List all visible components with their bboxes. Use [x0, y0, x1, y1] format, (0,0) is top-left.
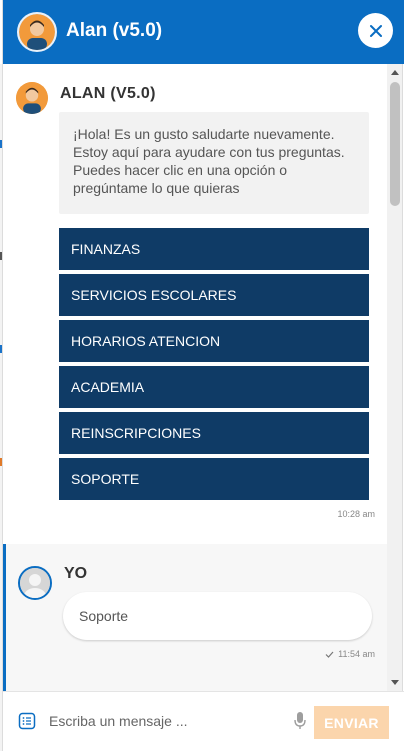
bot-sender-name: ALAN (V5.0) [60, 85, 156, 102]
chat-widget: Alan (v5.0) ALAN (V5.0) ¡Hola! Es un gus… [2, 0, 404, 751]
message-list[interactable]: ALAN (V5.0) ¡Hola! Es un gusto saludarte… [3, 64, 387, 691]
option-soporte[interactable]: SOPORTE [59, 458, 369, 500]
chat-title: Alan (v5.0) [66, 20, 163, 41]
user-message: YO Soporte 11:54 am [3, 544, 387, 691]
microphone-icon[interactable] [293, 711, 307, 731]
user-message-time: 11:54 am [338, 649, 375, 659]
message-composer: ENVIAR [3, 691, 404, 751]
scroll-down-arrow-icon[interactable] [391, 680, 399, 685]
user-avatar-icon [18, 566, 52, 600]
scroll-up-arrow-icon[interactable] [391, 70, 399, 75]
user-message-text: Soporte [63, 592, 372, 640]
bot-message-time: 10:28 am [337, 509, 375, 519]
scrollbar-thumb[interactable] [390, 82, 400, 206]
bot-message-text: ¡Hola! Es un gusto saludarte nuevamente.… [59, 112, 369, 214]
send-button[interactable]: ENVIAR [314, 706, 389, 739]
user-sender-name: YO [64, 565, 88, 582]
bot-avatar-icon [17, 12, 57, 52]
option-servicios-escolares[interactable]: SERVICIOS ESCOLARES [59, 274, 369, 316]
check-icon [325, 651, 334, 658]
chat-header: Alan (v5.0) [3, 0, 404, 64]
option-finanzas[interactable]: FINANZAS [59, 228, 369, 270]
close-icon [369, 24, 382, 37]
bot-avatar-icon [16, 82, 48, 114]
menu-list-icon[interactable] [18, 712, 36, 730]
user-message-meta: 11:54 am [325, 649, 375, 659]
scrollbar[interactable] [387, 64, 402, 691]
option-horarios-atencion[interactable]: HORARIOS ATENCION [59, 320, 369, 362]
bot-message: ALAN (V5.0) ¡Hola! Es un gusto saludarte… [3, 64, 387, 544]
option-reinscripciones[interactable]: REINSCRIPCIONES [59, 412, 369, 454]
option-academia[interactable]: ACADEMIA [59, 366, 369, 408]
close-button[interactable] [358, 13, 393, 48]
message-input[interactable] [49, 708, 289, 734]
